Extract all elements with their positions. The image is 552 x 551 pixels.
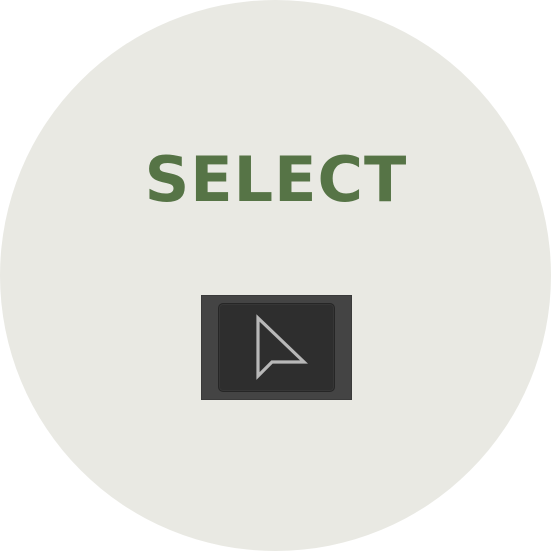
select-tool-button[interactable] bbox=[201, 295, 352, 400]
select-tool-button-face bbox=[218, 303, 335, 392]
badge-background bbox=[0, 0, 551, 551]
tool-title: SELECT bbox=[144, 143, 408, 216]
pointer-arrow-icon bbox=[256, 314, 308, 380]
select-tool-card: SELECT bbox=[0, 0, 552, 551]
